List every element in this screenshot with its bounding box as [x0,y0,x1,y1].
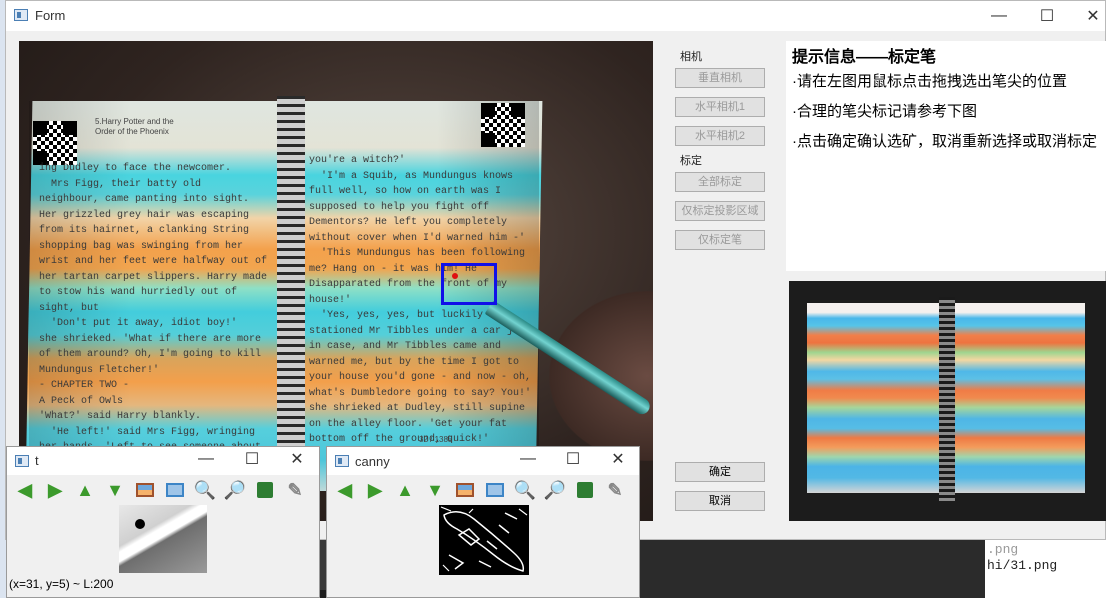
window-title: Form [35,8,66,23]
t-toolbar: ◀ ▶ ▲ ▼ 🔍 🔎 ✎ [7,475,319,505]
qr-code-left [33,121,77,165]
arrow-up-icon[interactable]: ▲ [73,479,97,501]
save-disk-icon[interactable] [573,479,597,501]
brush-icon[interactable]: ✎ [603,479,627,501]
book-left-text: ing Dudley to face the newcomer. Mrs Fig… [39,163,268,451]
zoom-in-icon[interactable]: 🔍 [513,479,537,501]
info-line-2: ·合理的笔尖标记请参考下图 [792,103,977,120]
arrow-right-icon[interactable]: ▶ [43,479,67,501]
zoom-out-icon[interactable]: 🔎 [223,479,247,501]
vertical-camera-button[interactable]: 垂直相机 [675,68,765,88]
zoom-in-icon[interactable]: 🔍 [193,479,217,501]
page-number: 32 / 1385 [419,435,453,444]
save-image-icon[interactable] [133,479,157,501]
arrow-down-icon[interactable]: ▼ [103,479,127,501]
minimize-button[interactable]: — [183,445,229,473]
t-image[interactable] [119,505,207,573]
arrow-right-icon[interactable]: ▶ [363,479,387,501]
minimize-button[interactable]: — [976,1,1022,31]
qr-code-right [481,103,525,147]
arrow-left-icon[interactable]: ◀ [333,479,357,501]
t-window: t — ☐ ✕ ◀ ▶ ▲ ▼ 🔍 🔎 ✎ (x=31, y=5) ~ L:20… [6,446,320,598]
t-status-bar: (x=31, y=5) ~ L:200 [9,577,114,591]
info-line-1: ·请在左图用鼠标点击拖拽选出笔尖的位置 [792,73,1067,90]
info-title: 提示信息——标定笔 [792,49,937,66]
calib-group-label: 标定 [680,155,702,167]
maximize-button[interactable]: ☐ [229,445,275,473]
canny-image[interactable] [439,505,529,575]
app-icon [15,455,29,467]
reference-spine [939,297,955,501]
info-panel: 提示信息——标定笔 ·请在左图用鼠标点击拖拽选出笔尖的位置 ·合理的笔尖标记请参… [786,41,1106,271]
maximize-button[interactable]: ☐ [550,445,596,473]
fit-image-icon[interactable] [483,479,507,501]
zoom-out-icon[interactable]: 🔎 [543,479,567,501]
calibrate-pen-button[interactable]: 仅标定笔 [675,230,765,250]
background-terminal: .png hi/31.png [985,540,1106,598]
brush-icon[interactable]: ✎ [283,479,307,501]
save-image-icon[interactable] [453,479,477,501]
cancel-button[interactable]: 取消 [675,491,765,511]
save-disk-icon[interactable] [253,479,277,501]
notebook-spine [277,96,305,496]
camera-group-label: 相机 [680,51,702,63]
canny-titlebar[interactable]: canny — ☐ ✕ [327,447,639,475]
reference-image [789,281,1106,521]
arrow-left-icon[interactable]: ◀ [13,479,37,501]
calibrate-projection-button[interactable]: 仅标定投影区域 [675,201,765,221]
horizontal-camera1-button[interactable]: 水平相机1 [675,97,765,117]
fit-image-icon[interactable] [163,479,187,501]
maximize-button[interactable]: ☐ [1024,1,1070,31]
arrow-up-icon[interactable]: ▲ [393,479,417,501]
canny-toolbar: ◀ ▶ ▲ ▼ 🔍 🔎 ✎ [327,475,639,505]
form-titlebar[interactable]: Form — ☐ ✕ [6,1,1105,31]
calibrate-all-button[interactable]: 全部标定 [675,172,765,192]
canny-edges [440,506,528,572]
terminal-line: hi/31.png [987,558,1058,573]
minimize-button[interactable]: — [505,445,551,473]
arrow-down-icon[interactable]: ▼ [423,479,447,501]
close-button[interactable]: ✕ [595,445,641,473]
t-window-title: t [35,453,39,468]
book-right-text: you're a witch?' 'I'm a Squib, as Mundun… [309,155,532,443]
pen-tip-selection-box[interactable] [441,263,497,305]
confirm-button[interactable]: 确定 [675,462,765,482]
canny-window-title: canny [355,454,390,469]
close-button[interactable]: ✕ [274,445,320,473]
horizontal-camera2-button[interactable]: 水平相机2 [675,126,765,146]
t-titlebar[interactable]: t — ☐ ✕ [7,447,319,475]
marker-dot [135,519,145,529]
background-window [640,540,985,598]
app-icon [335,455,349,467]
pen-tip-point [452,273,458,279]
book-heading: 5.Harry Potter and the Order of the Phoe… [95,117,174,136]
close-button[interactable]: ✕ [1070,1,1106,31]
app-icon [14,9,28,21]
canny-window: canny — ☐ ✕ ◀ ▶ ▲ ▼ 🔍 🔎 ✎ [326,446,640,598]
info-line-3: ·点击确定确认选矿，取消重新选择或取消标定 [792,133,1097,150]
